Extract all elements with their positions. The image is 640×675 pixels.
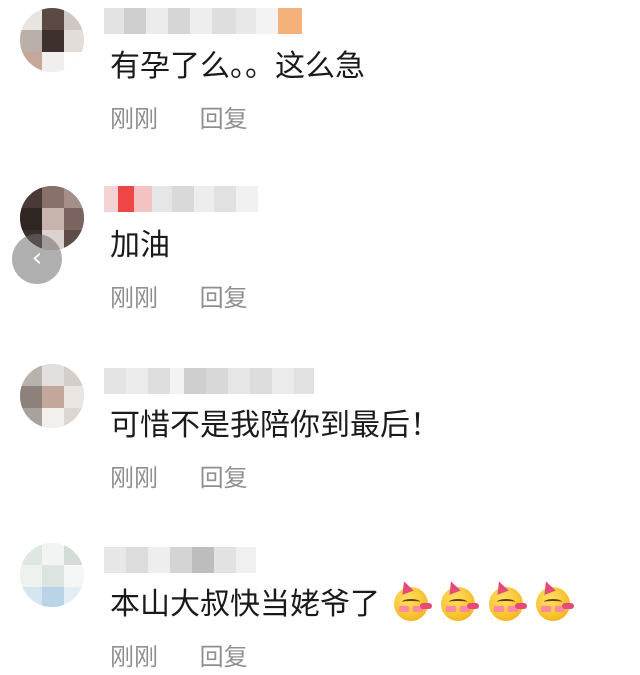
back-button[interactable]: ‹ xyxy=(12,234,62,284)
comment-time: 刚刚 xyxy=(110,284,158,312)
partying-face-icon xyxy=(441,586,480,621)
reply-button[interactable]: 回复 xyxy=(200,283,248,313)
comment-meta: 刚刚 回复 xyxy=(110,283,248,313)
username-blurred[interactable] xyxy=(104,8,302,34)
avatar[interactable] xyxy=(20,543,84,607)
partying-face-icon xyxy=(488,586,527,621)
comment-text: 加油 xyxy=(110,226,170,266)
reply-button[interactable]: 回复 xyxy=(200,642,248,672)
reply-button[interactable]: 回复 xyxy=(200,104,248,134)
comment-meta: 刚刚 回复 xyxy=(110,104,248,134)
username-blurred[interactable] xyxy=(104,186,258,212)
comment-text-content: 可惜不是我陪你到最后！ xyxy=(110,408,440,443)
username-blurred[interactable] xyxy=(104,368,314,394)
partying-face-icon xyxy=(536,586,575,621)
username-blurred[interactable] xyxy=(104,547,256,573)
comment-text: 可惜不是我陪你到最后！ xyxy=(110,406,440,446)
comment-text: 本山大叔快当姥爷了 xyxy=(110,585,575,625)
comment-time: 刚刚 xyxy=(110,105,158,133)
comment-meta: 刚刚 回复 xyxy=(110,642,248,672)
comment-text: 有孕了么。。这么急 xyxy=(110,47,365,87)
comment-meta: 刚刚 回复 xyxy=(110,463,248,493)
comment-time: 刚刚 xyxy=(110,643,158,671)
comment-time: 刚刚 xyxy=(110,464,158,492)
partying-face-icon xyxy=(393,586,432,621)
reply-button[interactable]: 回复 xyxy=(200,463,248,493)
avatar[interactable] xyxy=(20,364,84,428)
chevron-left-icon: ‹ xyxy=(31,243,43,273)
avatar[interactable] xyxy=(20,8,84,72)
comment-text-content: 本山大叔快当姥爷了 xyxy=(110,587,380,622)
comment-text-content: 加油 xyxy=(110,228,170,263)
comment-text-content: 有孕了么。。这么急 xyxy=(110,49,365,84)
